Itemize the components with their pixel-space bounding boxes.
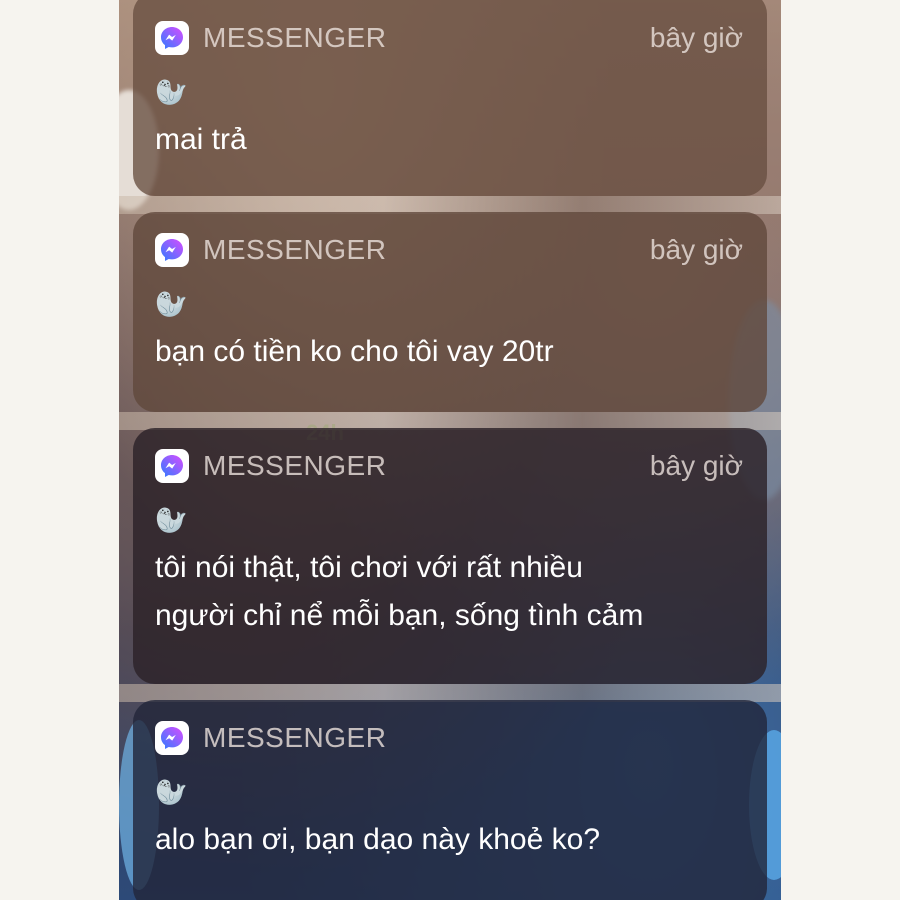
notification-header: MESSENGER [155,718,743,758]
lock-screen: 24h MESSENGER bây giờ 🦭 mai tr [119,0,781,900]
message-line: người chỉ nể mỗi bạn, sống tình cảm [155,599,644,632]
messenger-icon [155,449,189,483]
sender-emoji: 🦭 [155,77,188,107]
messenger-icon [155,721,189,755]
sender-emoji: 🦭 [155,289,188,319]
notification-message: mai trả [155,123,247,156]
app-name: MESSENGER [203,450,387,481]
notification-time: bây giờ [649,22,743,53]
app-name: MESSENGER [203,22,387,53]
app-name: MESSENGER [203,722,387,753]
message-line: tôi nói thật, tôi chơi với rất nhiều [155,551,583,584]
notification-header: MESSENGER bây giờ [155,230,743,270]
notification-message: alo bạn ơi, bạn dạo này khoẻ ko? [155,823,601,856]
notification-card[interactable]: MESSENGER bây giờ 🦭 tôi nói thật, tôi ch… [133,428,767,684]
notification-message: bạn có tiền ko cho tôi vay 20tr [155,335,554,368]
app-name: MESSENGER [203,234,387,265]
notification-time: bây giờ [649,450,743,481]
notification-header: MESSENGER bây giờ [155,446,743,486]
notification-header: MESSENGER bây giờ [155,18,743,58]
sender-emoji: 🦭 [155,777,188,807]
notification-card[interactable]: MESSENGER bây giờ 🦭 mai trả [133,0,767,196]
messenger-icon [155,233,189,267]
messenger-icon [155,21,189,55]
notification-time: bây giờ [649,234,743,265]
notification-message: tôi nói thật, tôi chơi với rất nhiều ngư… [155,544,743,640]
sender-emoji: 🦭 [155,505,188,535]
notification-card[interactable]: MESSENGER 🦭 alo bạn ơi, bạn dạo này khoẻ… [133,700,767,900]
notification-card[interactable]: MESSENGER bây giờ 🦭 bạn có tiền ko cho t… [133,212,767,412]
